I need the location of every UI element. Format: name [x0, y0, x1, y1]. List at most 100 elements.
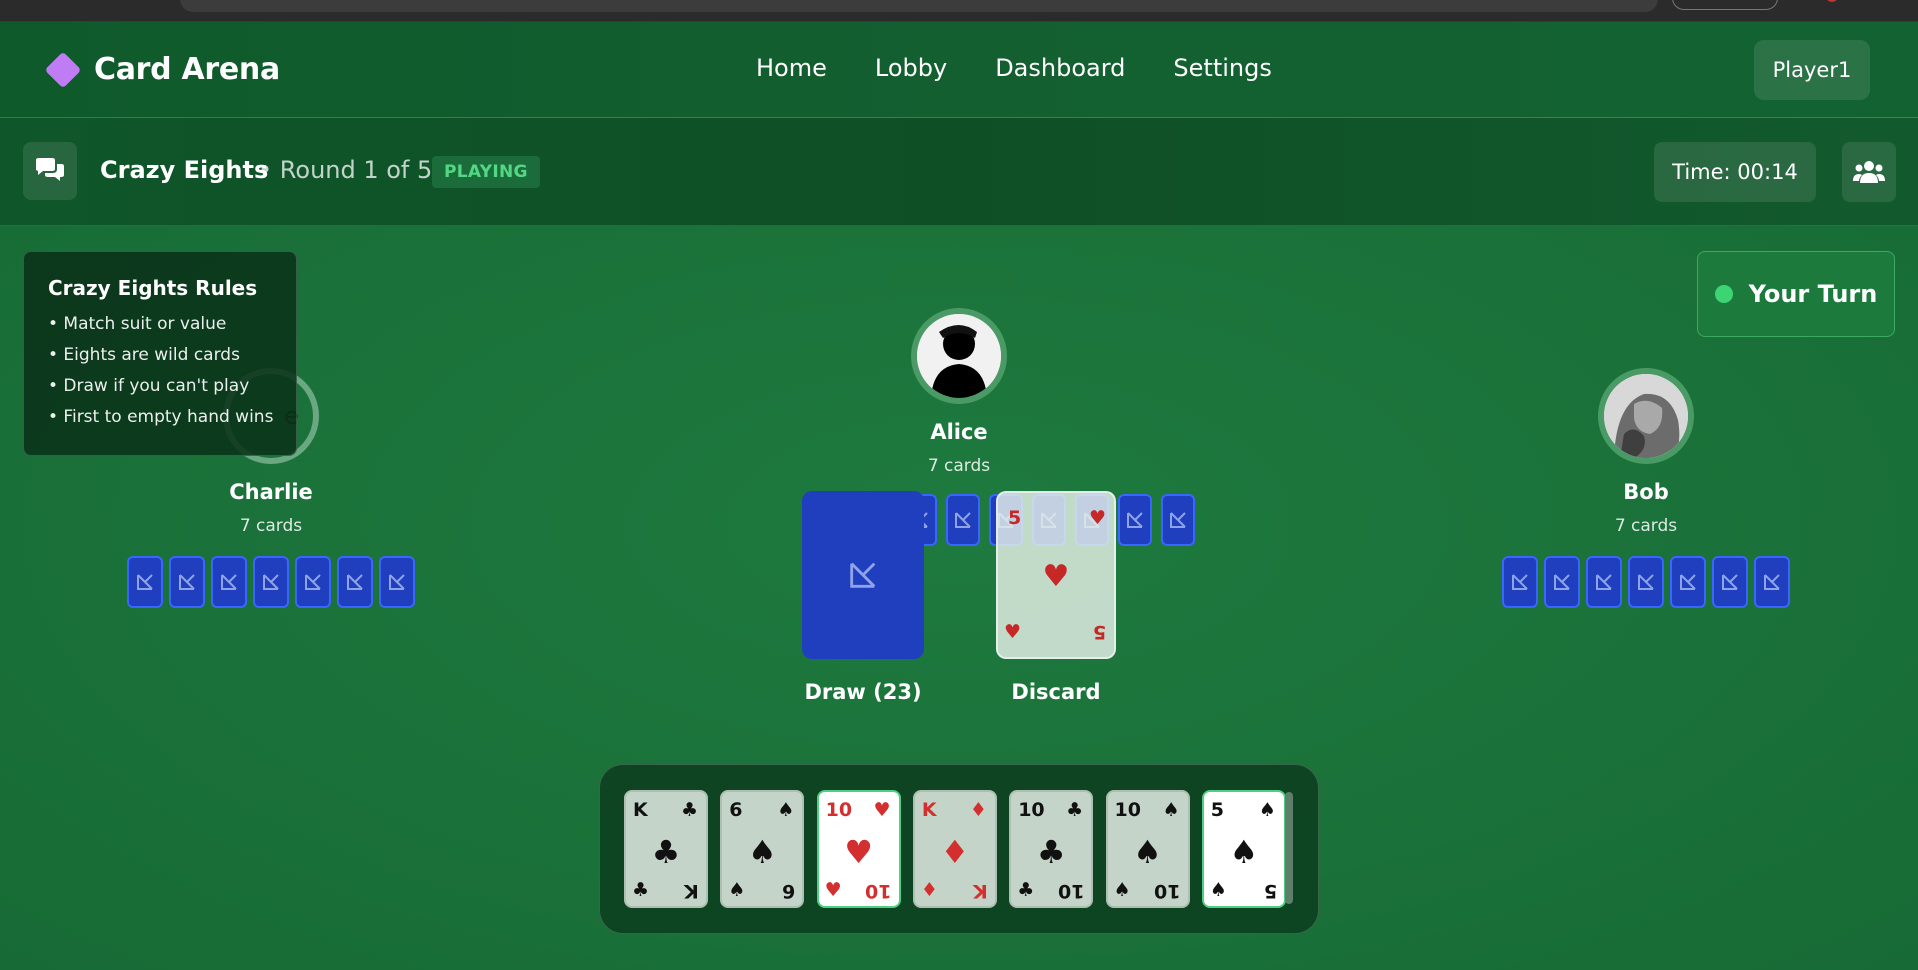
card-rank: 10 [865, 880, 892, 902]
card-rank: 5 [1008, 507, 1022, 529]
chat-button[interactable] [23, 142, 77, 200]
opponent-card-count: 7 cards [239, 516, 303, 536]
card-suit-center: ♥ [844, 833, 873, 871]
card-suit: ♣ [1017, 879, 1035, 901]
card-back-pattern-icon [955, 512, 971, 528]
card-back [253, 556, 289, 608]
hand-scrollbar[interactable] [1285, 792, 1293, 904]
card-back [1712, 556, 1748, 608]
chat-bubbles-icon [36, 158, 64, 181]
address-bar[interactable] [180, 0, 1658, 12]
draw-pile-label: Draw (23) [804, 680, 922, 704]
opponent-hand [1496, 556, 1796, 608]
top-navbar: Card Arena Home Lobby Dashboard Settings… [0, 22, 1918, 118]
card-back-pattern-icon [179, 574, 195, 590]
card-back [295, 556, 331, 608]
discard-pile: 5 ♥ ♥ ♥ 5 [996, 491, 1116, 659]
card-back-pattern-icon [347, 574, 363, 590]
card-rank: 10 [825, 799, 853, 821]
brand[interactable]: Card Arena [44, 51, 280, 88]
avatar [1598, 368, 1694, 464]
hand-card[interactable]: 10 ♥ ♥ ♥ 10 [816, 790, 901, 908]
card-suit: ♥ [873, 799, 891, 821]
hand-card[interactable]: 10 ♠ ♠ ♠ 10 [1105, 790, 1190, 908]
hand-card[interactable]: K ♦ ♦ ♦ K [912, 790, 997, 908]
nav-settings[interactable]: Settings [1173, 54, 1271, 82]
rule-item: • Match suit or value [48, 314, 227, 334]
browser-chrome [0, 0, 1918, 22]
draw-pile[interactable] [802, 491, 924, 659]
hand-card[interactable]: 6 ♠ ♠ ♠ 6 [720, 790, 805, 908]
hand-card[interactable]: 10 ♣ ♣ ♣ 10 [1009, 790, 1094, 908]
card-suit: ♠ [777, 799, 795, 821]
game-timer: Time: 00:14 [1654, 142, 1816, 202]
avatar-portrait [1604, 374, 1688, 458]
browser-indicator [1826, 0, 1838, 2]
card-suit: ♥ [824, 879, 842, 901]
card-suit: ♦ [920, 879, 938, 901]
card-suit-center: ♠ [1133, 833, 1162, 871]
users-group-icon [1853, 161, 1885, 183]
card-back-pattern-icon [1722, 574, 1738, 590]
card-rank: 10 [1114, 799, 1141, 821]
card-suit: ♣ [680, 799, 698, 821]
card-suit: ♠ [1209, 879, 1227, 901]
card-suit: ♦ [969, 799, 987, 821]
card-back-pattern-icon [1127, 512, 1143, 528]
card-back [1586, 556, 1622, 608]
card-suit: ♥ [1004, 621, 1022, 643]
game-header: Crazy Eights • Round 1 of 5 PLAYING Time… [0, 118, 1918, 226]
card-suit-center: ♦ [940, 833, 970, 871]
turn-status-dot [1714, 285, 1733, 303]
card-suit: ♥ [1088, 507, 1106, 529]
nav-dashboard[interactable]: Dashboard [995, 54, 1125, 82]
card-back [1502, 556, 1538, 608]
avatar-silhouette [917, 314, 1001, 398]
card-suit: ♠ [1162, 799, 1180, 821]
card-rank: 5 [1210, 799, 1225, 821]
card-back [379, 556, 415, 608]
card-back-pattern-icon [1554, 574, 1570, 590]
rule-item: • First to empty hand wins [48, 407, 274, 427]
nav-home[interactable]: Home [756, 54, 827, 82]
card-back-pattern-icon [389, 574, 405, 590]
card-back-pattern-icon [305, 574, 321, 590]
card-back [1670, 556, 1706, 608]
rule-item: • Draw if you can't play [48, 376, 250, 396]
opponent-hand [121, 556, 421, 608]
card-back-pattern-icon [1512, 574, 1528, 590]
opponent-card-count: 7 cards [927, 456, 991, 476]
card-back [127, 556, 163, 608]
card-suit-center: ♠ [1229, 833, 1259, 871]
user-menu-button[interactable]: Player1 [1754, 40, 1870, 100]
card-back-pattern-icon [1596, 574, 1612, 590]
avatar [911, 308, 1007, 404]
card-suit: ♠ [728, 879, 746, 901]
hand-card[interactable]: K ♣ ♣ ♣ K [624, 790, 708, 908]
hand-card[interactable]: 5 ♠ ♠ ♠ 5 [1201, 790, 1286, 908]
opponent-name: Bob [1623, 480, 1669, 504]
card-back [1754, 556, 1790, 608]
card-suit-center: ♣ [1036, 833, 1066, 871]
card-suit-center: ♠ [747, 833, 777, 871]
card-rank: 5 [1092, 621, 1106, 643]
heart-icon: ♥ [1042, 559, 1070, 594]
rules-title: Crazy Eights Rules [48, 276, 258, 300]
browser-button[interactable] [1672, 0, 1778, 10]
turn-text: Your Turn [1748, 280, 1878, 308]
card-suit: ♣ [632, 879, 650, 901]
nav-lobby[interactable]: Lobby [875, 54, 947, 82]
card-rank: 6 [782, 880, 796, 902]
card-suit-center: ♣ [651, 833, 681, 871]
rule-item: • Eights are wild cards [48, 345, 240, 365]
card-rank: K [633, 799, 648, 821]
opponent-name: Alice [930, 420, 988, 444]
opponent-bob: Bob 7 cards [1496, 368, 1796, 608]
rules-panel: Crazy Eights Rules • Match suit or value… [23, 251, 297, 456]
card-back-pattern-icon [1638, 574, 1654, 590]
players-button[interactable] [1842, 142, 1896, 202]
turn-indicator: Your Turn [1697, 251, 1895, 337]
card-rank: K [973, 880, 988, 902]
card-back-pattern-icon [221, 574, 237, 590]
card-back [211, 556, 247, 608]
